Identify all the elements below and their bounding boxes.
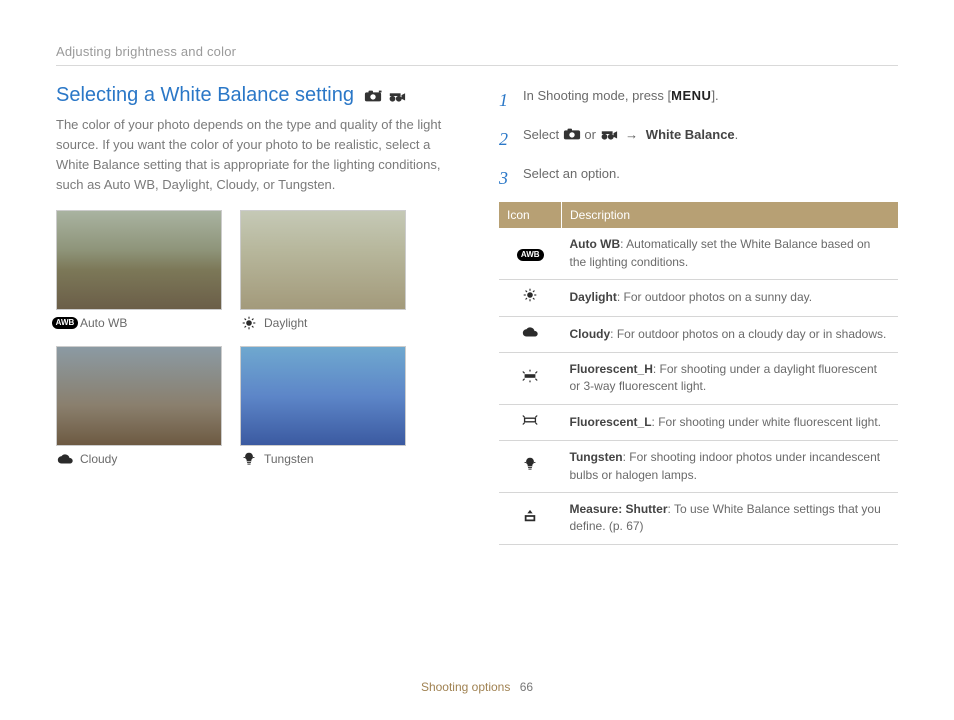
auto-icon: AWB	[521, 248, 539, 262]
footer-page-number: 66	[520, 680, 533, 694]
sample-caption: Cloudy	[56, 452, 222, 466]
sample-thumb: Cloudy	[56, 346, 222, 466]
table-desc-cell: Tungsten: For shooting indoor photos und…	[562, 441, 899, 493]
options-table: Icon Description AWB Auto WB: Automatica…	[499, 202, 898, 544]
camera-video-icon	[600, 127, 618, 141]
sample-thumb: Tungsten	[240, 346, 406, 466]
intro-paragraph: The color of your photo depends on the t…	[56, 115, 455, 196]
table-icon-cell	[499, 280, 562, 316]
table-icon-cell	[499, 441, 562, 493]
auto-wb-icon: AWB	[52, 317, 79, 329]
step-2-target: White Balance	[646, 127, 735, 142]
step-number: 1	[499, 86, 513, 115]
step-2: 2 Select or → White Balance.	[499, 125, 898, 154]
sample-label: Tungsten	[264, 452, 314, 466]
step-3-text: Select an option.	[523, 164, 620, 193]
sample-label: Cloudy	[80, 452, 117, 466]
fluoL-icon	[521, 413, 539, 427]
step-1-text-b: ].	[711, 88, 718, 103]
step-3: 3 Select an option.	[499, 164, 898, 193]
sample-thumb: Daylight	[240, 210, 406, 330]
table-row: Fluorescent_H: For shooting under a dayl…	[499, 352, 898, 404]
table-desc-cell: Fluorescent_L: For shooting under white …	[562, 404, 899, 440]
sample-caption: Daylight	[240, 316, 406, 330]
section-heading: Selecting a White Balance setting	[56, 84, 455, 107]
table-desc-cell: Measure: Shutter: To use White Balance s…	[562, 492, 899, 544]
table-header-desc: Description	[562, 202, 899, 228]
table-desc-cell: Auto WB: Automatically set the White Bal…	[562, 228, 899, 279]
sample-image	[240, 346, 406, 446]
sample-image	[56, 210, 222, 310]
step-2-end: .	[735, 127, 739, 142]
bulb-icon	[240, 452, 258, 466]
step-number: 2	[499, 125, 513, 154]
sample-image	[56, 346, 222, 446]
sample-thumb: AWB Auto WB	[56, 210, 222, 330]
footer-section: Shooting options	[421, 680, 510, 694]
table-row: Measure: Shutter: To use White Balance s…	[499, 492, 898, 544]
arrow-icon: →	[625, 127, 642, 142]
cloud-icon	[56, 452, 74, 466]
table-icon-cell	[499, 492, 562, 544]
section-heading-text: Selecting a White Balance setting	[56, 84, 354, 107]
step-1-text-a: In Shooting mode, press [	[523, 88, 671, 103]
divider	[56, 65, 898, 66]
table-icon-cell	[499, 352, 562, 404]
table-desc-cell: Cloudy: For outdoor photos on a cloudy d…	[562, 316, 899, 352]
cloud-icon	[521, 325, 539, 339]
measure-icon	[521, 509, 539, 523]
table-row: Fluorescent_L: For shooting under white …	[499, 404, 898, 440]
menu-button-label: MENU	[671, 86, 711, 107]
sun-icon	[521, 288, 539, 302]
table-icon-cell	[499, 316, 562, 352]
auto-wb-icon: AWB	[517, 249, 544, 261]
breadcrumb: Adjusting brightness and color	[56, 44, 898, 59]
step-number: 3	[499, 164, 513, 193]
table-icon-cell	[499, 404, 562, 440]
sample-caption: AWB Auto WB	[56, 316, 222, 330]
bulb-icon	[521, 457, 539, 471]
step-2-or: or	[584, 127, 599, 142]
fluoH-icon	[521, 369, 539, 383]
table-row: Daylight: For outdoor photos on a sunny …	[499, 280, 898, 316]
sample-label: Auto WB	[80, 316, 127, 330]
table-row: Cloudy: For outdoor photos on a cloudy d…	[499, 316, 898, 352]
sun-icon	[240, 316, 258, 330]
camera-photo-icon	[563, 127, 581, 141]
sample-label: Daylight	[264, 316, 307, 330]
sample-image	[240, 210, 406, 310]
table-desc-cell: Daylight: For outdoor photos on a sunny …	[562, 280, 899, 316]
step-2-text-a: Select	[523, 127, 563, 142]
table-row: AWB Auto WB: Automatically set the White…	[499, 228, 898, 279]
step-1: 1 In Shooting mode, press [MENU].	[499, 86, 898, 115]
page-footer: Shooting options 66	[0, 680, 954, 694]
table-desc-cell: Fluorescent_H: For shooting under a dayl…	[562, 352, 899, 404]
auto-icon: AWB	[56, 316, 74, 330]
sample-caption: Tungsten	[240, 452, 406, 466]
table-header-icon: Icon	[499, 202, 562, 228]
table-icon-cell: AWB	[499, 228, 562, 279]
table-row: Tungsten: For shooting indoor photos und…	[499, 441, 898, 493]
sample-grid: AWB Auto WB Daylight Cloudy Tungsten	[56, 210, 455, 466]
camera-photo-icon	[364, 89, 382, 103]
camera-video-icon	[388, 89, 406, 103]
